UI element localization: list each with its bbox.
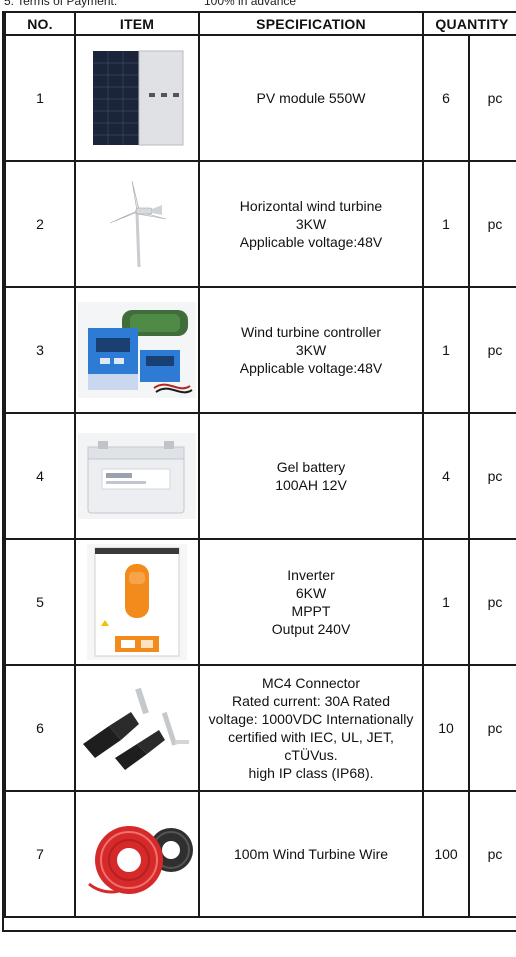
specification-cell: MC4 Connector Rated current: 30A Rated v… [198, 664, 424, 792]
specification-cell: 100m Wind Turbine Wire [198, 790, 424, 918]
header-item: ITEM [74, 11, 200, 36]
header-specification: SPECIFICATION [198, 11, 424, 36]
quantity-unit: pc [468, 160, 516, 288]
table-row: 3 Wind turbine controller 3KW Applicable… [4, 286, 516, 414]
spec-line: high IP class (IP68). [248, 765, 374, 781]
quantity-value: 100 [422, 790, 470, 918]
row-number: 6 [4, 664, 76, 792]
item-image-cell [74, 34, 200, 162]
item-image-cell [74, 790, 200, 918]
row-number: 1 [4, 34, 76, 162]
payment-terms-value: 100% in advance [204, 0, 297, 8]
specification-cell: Inverter 6KW MPPT Output 240V [198, 538, 424, 666]
quantity-unit: pc [468, 34, 516, 162]
wind-controller-image [78, 302, 196, 398]
spec-line: MPPT [291, 603, 331, 619]
specification-cell: Wind turbine controller 3KW Applicable v… [198, 286, 424, 414]
spec-line: Applicable voltage:48V [239, 360, 383, 376]
item-image-cell [74, 664, 200, 792]
spec-line: 6KW [295, 585, 327, 601]
gel-battery-image [78, 433, 196, 519]
row-number: 4 [4, 412, 76, 540]
quotation-table-container: NO. ITEM SPECIFICATION QUANTITY 1 PV mod… [4, 11, 516, 918]
item-image-cell [74, 412, 200, 540]
quantity-unit: pc [468, 412, 516, 540]
spec-line: 3KW [295, 342, 327, 358]
spec-line: PV module 550W [256, 90, 366, 106]
table-bottom-border [2, 930, 516, 932]
spec-line: Rated current: 30A Rated [232, 693, 390, 709]
row-number: 2 [4, 160, 76, 288]
spec-line: 100m Wind Turbine Wire [233, 846, 389, 862]
specification-cell: Gel battery 100AH 12V [198, 412, 424, 540]
solar-panel-image [93, 50, 184, 146]
table-row: 5 Inverter 6KW MPPT Output 240V 1 pc [4, 538, 516, 666]
spec-line: Gel battery [276, 459, 346, 475]
specification-cell: PV module 550W [198, 34, 424, 162]
table-header-row: NO. ITEM SPECIFICATION QUANTITY [4, 11, 516, 36]
table-row: 1 PV module 550W 6 pc [4, 34, 516, 162]
spec-line: certified with IEC, UL, JET, [228, 729, 394, 745]
quantity-value: 1 [422, 538, 470, 666]
cable-reel-image [79, 808, 195, 900]
inverter-image [87, 544, 187, 660]
quantity-unit: pc [468, 790, 516, 918]
table-row: 6 MC4 Connector Rated current: 30A Rated… [4, 664, 516, 792]
quantity-unit: pc [468, 538, 516, 666]
table-row: 4 Gel battery 100AH 12V 4 pc [4, 412, 516, 540]
row-number: 7 [4, 790, 76, 918]
payment-terms-label: 5. Terms of Payment: [4, 0, 118, 8]
quantity-value: 1 [422, 160, 470, 288]
quantity-value: 10 [422, 664, 470, 792]
spec-line: 100AH 12V [275, 477, 347, 493]
spec-line: voltage: 1000VDC Internationally [208, 711, 414, 727]
spec-line: Wind turbine controller [240, 324, 382, 340]
quantity-value: 6 [422, 34, 470, 162]
mc4-connector-image [79, 682, 195, 774]
table-row: 2 Horizontal wind turbine 3KW Applicable… [4, 160, 516, 288]
row-number: 5 [4, 538, 76, 666]
wind-turbine-image [109, 180, 167, 268]
quotation-table: NO. ITEM SPECIFICATION QUANTITY 1 PV mod… [4, 11, 516, 918]
spec-line: Output 240V [271, 621, 351, 637]
spec-line: Applicable voltage:48V [239, 234, 383, 250]
spec-line: 3KW [295, 216, 327, 232]
table-row: 7 100m Wind Turbine Wire 100 pc [4, 790, 516, 918]
header-no: NO. [4, 11, 76, 36]
item-image-cell [74, 538, 200, 666]
spec-line: cTÜVus. [284, 747, 338, 763]
quantity-value: 4 [422, 412, 470, 540]
quantity-unit: pc [468, 664, 516, 792]
header-quantity: QUANTITY [422, 11, 516, 36]
quantity-value: 1 [422, 286, 470, 414]
specification-cell: Horizontal wind turbine 3KW Applicable v… [198, 160, 424, 288]
spec-line: Horizontal wind turbine [239, 198, 383, 214]
spec-line: MC4 Connector [261, 675, 361, 691]
item-image-cell [74, 160, 200, 288]
item-image-cell [74, 286, 200, 414]
row-number: 3 [4, 286, 76, 414]
spec-line: Inverter [287, 567, 335, 583]
quantity-unit: pc [468, 286, 516, 414]
